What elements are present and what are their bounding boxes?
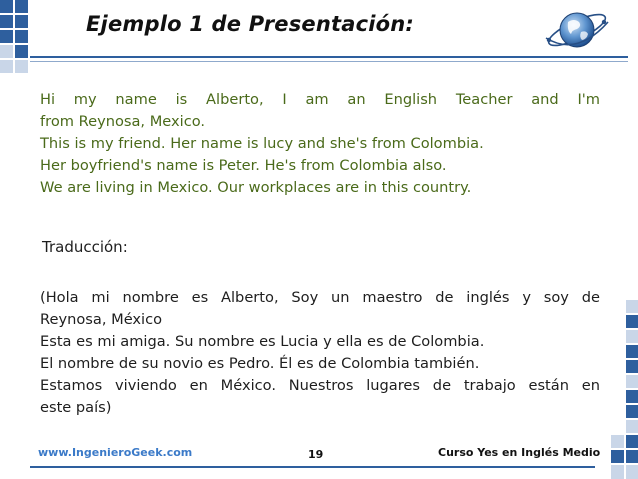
text-line: (Hola mi nombre es Alberto, Soy un maest…: [40, 289, 600, 306]
decor-square: [611, 450, 624, 463]
decor-square: [626, 390, 638, 403]
decor-square: [15, 60, 28, 73]
decor-square: [0, 45, 13, 58]
decor-square: [626, 360, 638, 373]
decor-square: [626, 435, 638, 448]
decor-square: [0, 15, 13, 28]
website-link[interactable]: www.IngenieroGeek.com: [38, 446, 192, 459]
decor-square: [0, 0, 13, 13]
text-line: from Reynosa, Mexico.: [40, 113, 206, 130]
text-line: Hi my name is Alberto, I am an English T…: [40, 91, 600, 108]
decor-square: [15, 45, 28, 58]
decor-square: [0, 60, 13, 73]
globe-logo-icon: [545, 12, 609, 48]
text-line: This is my friend. Her name is lucy and …: [40, 135, 484, 152]
decor-square: [15, 30, 28, 43]
decor-square: [15, 15, 28, 28]
decor-square: [611, 465, 624, 479]
text-line: Reynosa, México: [40, 311, 163, 328]
decor-square: [626, 345, 638, 358]
decor-square: [626, 420, 638, 433]
slide-title: Ejemplo 1 de Presentación:: [86, 12, 415, 36]
course-name: Curso Yes en Inglés Medio: [438, 446, 601, 459]
decor-square: [626, 375, 638, 388]
decor-square: [626, 300, 638, 313]
text-line: Her boyfriend's name is Peter. He's from…: [40, 157, 447, 174]
decor-square: [626, 405, 638, 418]
english-paragraph: Hi my name is Alberto, I am an English T…: [40, 89, 600, 199]
decor-square: [626, 315, 638, 328]
title-divider: [30, 56, 628, 58]
translation-heading: Traducción:: [42, 238, 128, 256]
footer-divider: [30, 466, 595, 468]
decor-square: [0, 30, 13, 43]
decor-square: [626, 450, 638, 463]
text-line: El nombre de su novio es Pedro. Él es de…: [40, 355, 480, 372]
text-line: Esta es mi amiga. Su nombre es Lucia y e…: [40, 333, 485, 350]
spanish-paragraph: (Hola mi nombre es Alberto, Soy un maest…: [40, 287, 600, 419]
presentation-slide: Ejemplo 1 de Presentación: Hi my name is…: [0, 0, 638, 479]
page-number: 19: [308, 448, 324, 461]
decor-square: [611, 435, 624, 448]
decor-square: [15, 0, 28, 13]
text-line: este país): [40, 399, 112, 416]
title-divider-thin: [30, 61, 628, 62]
decor-square: [626, 330, 638, 343]
decor-square: [626, 465, 638, 479]
text-line: We are living in Mexico. Our workplaces …: [40, 179, 472, 196]
text-line: Estamos viviendo en México. Nuestros lug…: [40, 377, 600, 394]
